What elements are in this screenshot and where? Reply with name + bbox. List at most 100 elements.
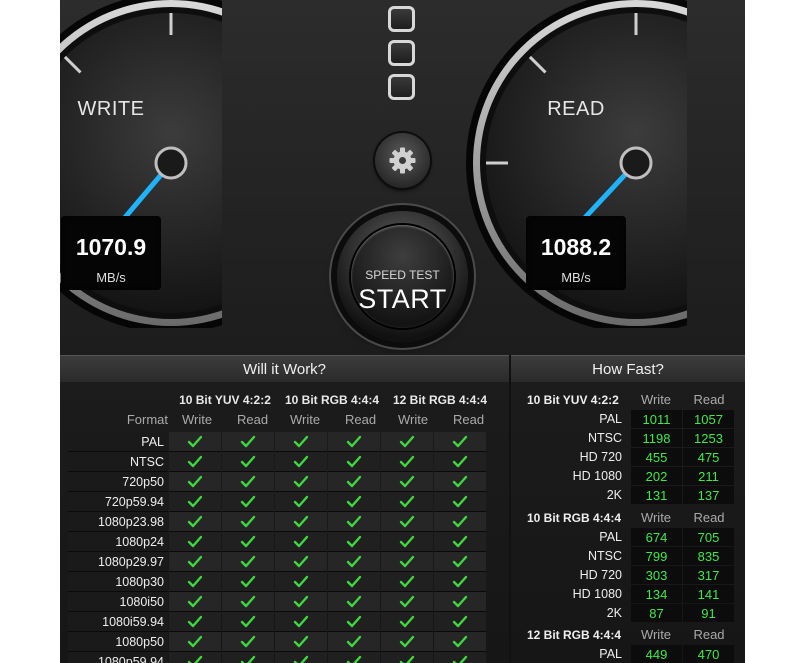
checkmark-icon	[187, 655, 203, 663]
support-cell	[328, 572, 380, 592]
support-cell	[169, 512, 221, 532]
table-row: 720p59.94	[68, 492, 495, 512]
table-row: 1080p59.94	[68, 652, 495, 663]
checkmark-icon	[452, 535, 468, 547]
write-fps-value: 134	[631, 585, 682, 603]
table-row: PAL 674 705	[521, 528, 745, 547]
start-button-subtitle: SPEED TEST	[365, 268, 440, 282]
format-name: PAL	[599, 647, 622, 661]
checkmark-icon	[346, 515, 362, 527]
write-column-label: Write	[182, 412, 213, 427]
support-cell	[434, 512, 486, 532]
write-fps-value: 131	[631, 486, 682, 504]
drive-slot-icon[interactable]	[388, 40, 415, 66]
format-name: NTSC	[587, 549, 622, 563]
support-cell	[434, 572, 486, 592]
read-fps-value: 475	[683, 448, 734, 466]
checkmark-icon	[399, 475, 415, 487]
write-fps-value: 799	[631, 547, 682, 565]
checkmark-icon	[346, 655, 362, 663]
checkmark-icon	[399, 495, 415, 507]
support-cell	[381, 632, 433, 652]
checkmark-icon	[452, 595, 468, 607]
checkmark-icon	[240, 595, 256, 607]
table-row: 1080p29.97	[68, 552, 495, 572]
support-cell	[434, 452, 486, 472]
group-header: 12 Bit RGB 4:4:4	[392, 393, 488, 407]
format-name: 2K	[606, 488, 622, 502]
start-speed-test-button[interactable]: SPEED TEST START	[337, 211, 468, 342]
table-row: 720p50	[68, 472, 495, 492]
group-name: 10 Bit YUV 4:2:2	[527, 393, 619, 407]
format-name: 1080i50	[68, 592, 168, 612]
table-row: HD 1080 202 211	[521, 467, 745, 486]
support-cell	[222, 652, 274, 663]
support-cell	[222, 492, 274, 512]
checkmark-icon	[187, 555, 203, 567]
checkmark-icon	[452, 455, 468, 467]
checkmark-icon	[293, 455, 309, 467]
checkmark-icon	[293, 515, 309, 527]
how-fast-group: 10 Bit RGB 4:4:4 Write Read PAL 674 705 NTSC 79…	[521, 508, 745, 623]
support-cell	[381, 492, 433, 512]
how-fast-title: How Fast?	[511, 355, 745, 382]
gear-icon	[389, 147, 416, 174]
checkmark-icon	[187, 515, 203, 527]
checkmark-icon	[293, 635, 309, 647]
checkmark-icon	[399, 515, 415, 527]
read-fps-value: 705	[683, 528, 734, 546]
format-column-label: Format	[126, 412, 168, 427]
support-cell	[275, 452, 327, 472]
support-cell	[169, 612, 221, 632]
checkmark-icon	[452, 555, 468, 567]
support-cell	[381, 472, 433, 492]
format-name: NTSC	[587, 431, 622, 445]
read-column-label: Read	[693, 510, 725, 525]
format-name: 1080i59.94	[68, 612, 168, 632]
format-name: 720p59.94	[68, 492, 168, 512]
checkmark-icon	[452, 495, 468, 507]
checkmark-icon	[346, 475, 362, 487]
group-header: 10 Bit RGB 4:4:4	[284, 393, 380, 407]
group-header: 10 Bit YUV 4:2:2	[179, 393, 271, 407]
support-cell	[328, 532, 380, 552]
read-column-label: Read	[693, 392, 725, 407]
support-cell	[222, 452, 274, 472]
format-name: 1080p30	[68, 572, 168, 592]
support-cell	[275, 532, 327, 552]
format-name: NTSC	[68, 452, 168, 472]
format-name: 1080p50	[68, 632, 168, 652]
format-name: 1080p29.97	[68, 552, 168, 572]
checkmark-icon	[399, 575, 415, 587]
read-gauge: READ 1088.2 MB/s	[465, 0, 687, 328]
read-gauge-title: READ	[547, 98, 605, 120]
write-fps-value: 87	[631, 604, 682, 622]
start-button-face[interactable]: SPEED TEST START	[351, 225, 454, 328]
table-row: NTSC	[68, 452, 495, 472]
read-fps-value: 141	[683, 585, 734, 603]
support-cell	[275, 492, 327, 512]
drive-slot-icon[interactable]	[388, 74, 415, 100]
checkmark-icon	[240, 455, 256, 467]
support-cell	[169, 652, 221, 663]
support-cell	[434, 612, 486, 632]
checkmark-icon	[399, 595, 415, 607]
read-readout: 1088.2 MB/s	[526, 216, 626, 290]
checkmark-icon	[240, 475, 256, 487]
format-name: 1080p24	[68, 532, 168, 552]
checkmark-icon	[293, 435, 309, 447]
checkmark-icon	[452, 435, 468, 447]
support-cell	[328, 452, 380, 472]
format-name: 2K	[606, 606, 622, 620]
read-column-label: Read	[693, 627, 725, 642]
settings-button[interactable]	[375, 133, 430, 188]
how-fast-group-header: 10 Bit RGB 4:4:4 Write Read	[521, 508, 745, 528]
group-name: 12 Bit RGB 4:4:4	[527, 628, 622, 642]
support-cell	[328, 612, 380, 632]
table-row: PAL	[68, 432, 495, 452]
checkmark-icon	[346, 535, 362, 547]
support-cell	[169, 552, 221, 572]
support-cell	[381, 592, 433, 612]
support-cell	[275, 652, 327, 663]
drive-slot-icon[interactable]	[388, 6, 415, 32]
